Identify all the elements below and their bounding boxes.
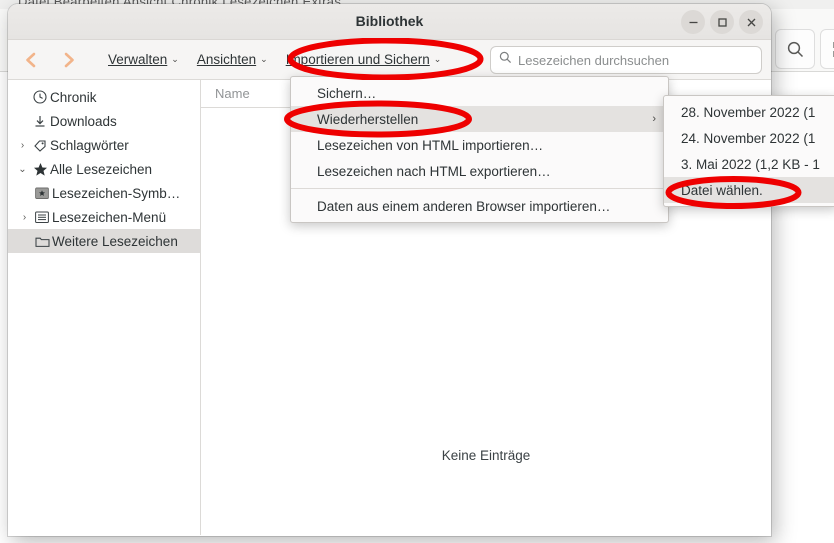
menu-item-import-from-browser[interactable]: Daten aus einem anderen Browser importie… [291, 193, 668, 219]
twisty[interactable]: ⌄ [15, 164, 30, 175]
chevron-right-icon: › [652, 113, 656, 125]
submenu-item-label: 24. November 2022 (1 [681, 131, 815, 146]
empty-list-message: Keine Einträge [201, 448, 771, 463]
sidebar-item-schlagwoerter[interactable]: › Schlagwörter [8, 133, 200, 157]
download-icon [30, 114, 50, 128]
window-controls [681, 10, 763, 34]
sidebar-item-lesezeichen-symbolleiste[interactable]: Lesezeichen-Symb… [8, 181, 200, 205]
menu-verwalten-label: Verwalten [108, 52, 167, 67]
submenu-item-backup-1[interactable]: 28. November 2022 (1 [664, 99, 834, 125]
menu-importieren-und-sichern[interactable]: Importieren und Sichern ⌄ [286, 52, 442, 67]
menu-ansichten-label: Ansichten [197, 52, 256, 67]
screen: Datei Bearbeiten Ansicht Chronik Lesezei… [0, 0, 834, 543]
page-title: Bibliothek [8, 13, 771, 29]
sidebar-item-label: Downloads [50, 114, 117, 129]
menu-item-import-html[interactable]: Lesezeichen von HTML importieren… [291, 132, 668, 158]
sidebar-item-label: Schlagwörter [50, 138, 129, 153]
menu-separator [291, 188, 668, 189]
restore-submenu: 28. November 2022 (1 24. November 2022 (… [663, 95, 834, 207]
titlebar: Bibliothek [8, 4, 771, 40]
menu-item-label: Lesezeichen nach HTML exportieren… [317, 164, 551, 179]
submenu-item-label: 28. November 2022 (1 [681, 105, 815, 120]
close-icon[interactable] [739, 10, 763, 34]
search-icon[interactable] [775, 29, 815, 69]
folder-icon [32, 235, 52, 248]
clock-icon [30, 90, 50, 104]
sidebar: Chronik Downloads › Schlagwörter [8, 80, 201, 535]
chevron-down-icon: ⌄ [171, 54, 179, 65]
sidebar-item-alle-lesezeichen[interactable]: ⌄ Alle Lesezeichen [8, 157, 200, 181]
submenu-item-label: 3. Mai 2022 (1,2 KB - 1 [681, 157, 820, 172]
submenu-item-backup-3[interactable]: 3. Mai 2022 (1,2 KB - 1 [664, 151, 834, 177]
menu-item-export-html[interactable]: Lesezeichen nach HTML exportieren… [291, 158, 668, 184]
column-header-name[interactable]: Name [201, 86, 250, 101]
back-arrow-icon[interactable] [16, 45, 46, 75]
search-input[interactable]: Lesezeichen durchsuchen [490, 46, 762, 74]
sidebar-item-label: Lesezeichen-Menü [52, 210, 166, 225]
star-icon [30, 162, 50, 177]
menu-importieren-und-sichern-label: Importieren und Sichern [286, 52, 430, 67]
menu-item-label: Daten aus einem anderen Browser importie… [317, 199, 610, 214]
forward-arrow-icon[interactable] [54, 45, 84, 75]
menu-item-wiederherstellen[interactable]: Wiederherstellen › [291, 106, 668, 132]
search-icon [499, 51, 512, 69]
import-and-backup-menu: Sichern… Wiederherstellen › Lesezeichen … [290, 76, 669, 223]
menu-item-label: Sichern… [317, 86, 376, 101]
submenu-item-label: Datei wählen. [681, 183, 763, 198]
sidebar-item-label: Chronik [50, 90, 97, 105]
submenu-item-datei-waehlen[interactable]: Datei wählen. [664, 177, 834, 203]
maximize-icon[interactable] [710, 10, 734, 34]
search-placeholder: Lesezeichen durchsuchen [518, 53, 669, 68]
sidebar-item-downloads[interactable]: Downloads [8, 109, 200, 133]
menu-item-sichern[interactable]: Sichern… [291, 80, 668, 106]
menu-item-label: Wiederherstellen [317, 112, 418, 127]
submenu-item-backup-2[interactable]: 24. November 2022 (1 [664, 125, 834, 151]
chevron-down-icon: ⌄ [260, 54, 268, 65]
twisty[interactable]: › [15, 140, 30, 151]
bookmarks-menu-icon [32, 211, 52, 224]
minimize-icon[interactable] [681, 10, 705, 34]
grid-icon[interactable] [820, 29, 834, 69]
menu-item-label: Lesezeichen von HTML importieren… [317, 138, 543, 153]
sidebar-item-label: Alle Lesezeichen [50, 162, 152, 177]
tag-icon [30, 138, 50, 152]
chevron-down-icon: ⌄ [434, 54, 442, 65]
menu-verwalten[interactable]: Verwalten ⌄ [108, 52, 179, 67]
sidebar-item-lesezeichen-menue[interactable]: › Lesezeichen-Menü [8, 205, 200, 229]
sidebar-item-label: Lesezeichen-Symb… [52, 186, 180, 201]
sidebar-item-chronik[interactable]: Chronik [8, 85, 200, 109]
twisty[interactable]: › [17, 212, 32, 223]
sidebar-item-label: Weitere Lesezeichen [52, 234, 178, 249]
sidebar-item-weitere-lesezeichen[interactable]: Weitere Lesezeichen [8, 229, 200, 253]
bookmarks-toolbar-icon [32, 187, 52, 200]
library-toolbar: Verwalten ⌄ Ansichten ⌄ Importieren und … [8, 40, 771, 80]
menu-ansichten[interactable]: Ansichten ⌄ [197, 52, 268, 67]
